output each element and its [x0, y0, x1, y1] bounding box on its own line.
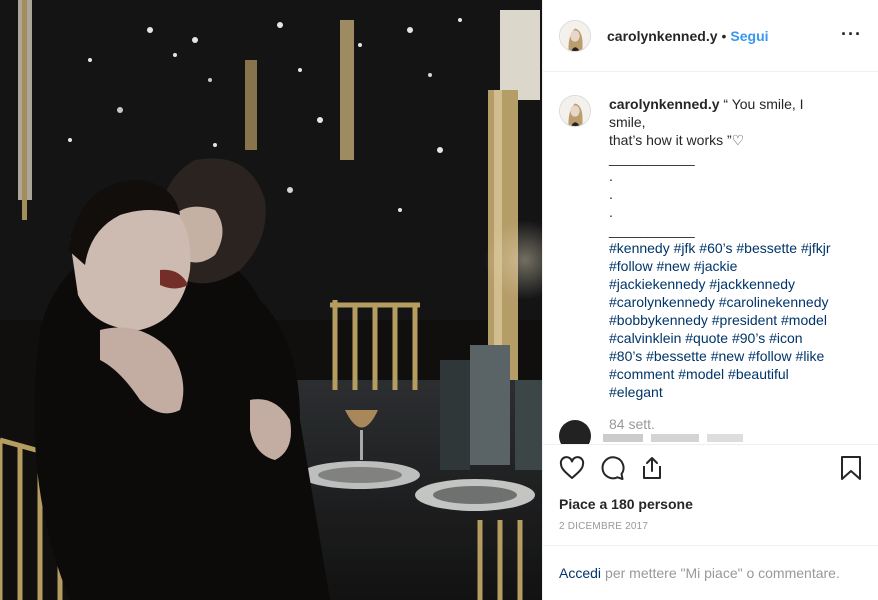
avatar-image [560, 20, 590, 51]
hashtag-line[interactable]: #calvinklein #quote #90’s #icon [609, 329, 859, 347]
post-date[interactable]: 2 DICEMBRE 2017 [559, 521, 862, 532]
header-separator: • [721, 27, 727, 44]
caption-timestamp[interactable]: 84 sett. [609, 415, 859, 433]
bookmark-icon [841, 456, 861, 480]
caption-divider: ___________ [609, 222, 695, 238]
likes-count[interactable]: Piace a 180 persone [559, 495, 862, 513]
caption-dot: . [609, 186, 613, 202]
caption-username[interactable]: carolynkenned.y [609, 96, 720, 112]
post-side-panel: carolynkenned.y • Segui ··· carolynkenne… [542, 0, 878, 600]
comments-section[interactable]: carolynkenned.y “ You smile, I smile, th… [543, 73, 878, 444]
hashtag-line[interactable]: #follow #new #jackie [609, 257, 859, 275]
next-comment-avatar[interactable] [559, 420, 591, 444]
header-username[interactable]: carolynkenned.y [607, 28, 718, 44]
hashtag-line[interactable]: #comment #model #beautiful [609, 365, 859, 383]
follow-button[interactable]: Segui [730, 28, 768, 44]
caption-text: carolynkenned.y “ You smile, I smile, th… [609, 95, 859, 433]
more-options-icon[interactable]: ··· [841, 24, 862, 44]
instagram-post: carolynkenned.y • Segui ··· carolynkenne… [0, 0, 878, 600]
caption-line: “ You smile, I [723, 96, 804, 112]
login-prompt: Accedi per mettere "Mi piace" o commenta… [543, 545, 878, 600]
caption-divider: ___________ [609, 150, 695, 166]
comment-icon [601, 456, 625, 480]
caption-dot: . [609, 168, 613, 184]
comment-button[interactable] [599, 448, 639, 488]
share-icon [643, 457, 661, 479]
caption-comment: carolynkenned.y “ You smile, I smile, th… [559, 95, 862, 433]
avatar[interactable] [559, 19, 591, 52]
post-header: carolynkenned.y • Segui ··· [543, 0, 878, 72]
hashtag-line[interactable]: #jackiekennedy #jackkennedy [609, 275, 859, 293]
caption-line: that’s how it works ”♡ [609, 132, 745, 148]
hashtag-line[interactable]: #carolynkennedy #carolinekennedy [609, 293, 859, 311]
hashtag-line[interactable]: #elegant [609, 383, 859, 401]
avatar-image [560, 96, 590, 126]
login-link[interactable]: Accedi [559, 565, 601, 581]
like-button[interactable] [559, 448, 599, 488]
save-button[interactable] [822, 448, 862, 488]
photo-image [0, 0, 542, 600]
heart-icon [559, 456, 585, 479]
caption-dot: . [609, 204, 613, 220]
next-comment-text [603, 434, 803, 442]
hashtag-line[interactable]: #bobbykennedy #president #model [609, 311, 859, 329]
hashtag-line[interactable]: #80’s #bessette #new #follow #like [609, 347, 859, 365]
caption-avatar[interactable] [559, 95, 591, 127]
share-button[interactable] [639, 448, 679, 488]
login-prompt-text: per mettere "Mi piace" o commentare. [605, 565, 840, 581]
post-actions: Piace a 180 persone 2 DICEMBRE 2017 [543, 444, 878, 532]
hashtag-line[interactable]: #kennedy #jfk #60’s #bessette #jfkjr [609, 239, 859, 257]
post-photo[interactable] [0, 0, 542, 600]
caption-line: smile, [609, 114, 646, 130]
action-icons-row [559, 445, 862, 491]
